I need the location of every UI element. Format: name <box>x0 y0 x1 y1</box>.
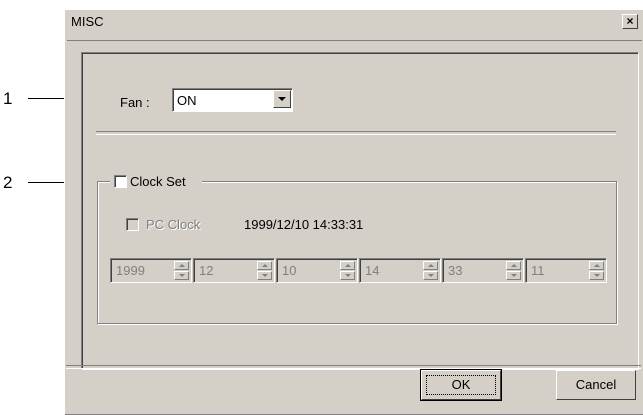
month-spinner[interactable]: 12 <box>193 258 275 283</box>
year-up-button[interactable] <box>174 261 189 270</box>
cancel-button[interactable]: Cancel <box>556 370 636 400</box>
fan-label: Fan : <box>120 95 150 110</box>
arrow-up-icon <box>179 264 185 267</box>
year-down-button[interactable] <box>174 271 189 280</box>
hour-up-button[interactable] <box>423 261 438 270</box>
hour-down-button[interactable] <box>423 271 438 280</box>
arrow-up-icon <box>262 264 268 267</box>
arrow-down-icon <box>428 274 434 277</box>
minute-spinner[interactable]: 33 <box>442 258 524 283</box>
day-down-button[interactable] <box>340 271 355 280</box>
second-spinner[interactable]: 11 <box>525 258 607 283</box>
callout-2: 2 <box>3 173 13 192</box>
day-spinner[interactable]: 10 <box>276 258 358 283</box>
arrow-down-icon <box>511 274 517 277</box>
arrow-up-icon <box>428 264 434 267</box>
pc-clock-datetime: 1999/12/10 14:33:31 <box>244 217 364 232</box>
day-value: 10 <box>282 263 297 278</box>
month-down-button[interactable] <box>257 271 272 280</box>
clock-set-checkbox[interactable] <box>114 175 127 188</box>
ok-button[interactable]: OK <box>420 369 502 401</box>
arrow-down-icon <box>179 274 185 277</box>
arrow-down-icon <box>345 274 351 277</box>
second-up-button[interactable] <box>589 261 604 270</box>
month-up-button[interactable] <box>257 261 272 270</box>
window-title: MISC <box>71 14 104 29</box>
cancel-button-label: Cancel <box>575 377 617 392</box>
clock-set-label: Clock Set <box>130 174 186 189</box>
second-value: 11 <box>531 263 545 278</box>
arrow-down-icon <box>262 274 268 277</box>
arrow-down-icon <box>594 274 600 277</box>
month-value: 12 <box>199 263 214 278</box>
titlebar-separator <box>67 40 642 41</box>
arrow-up-icon <box>345 264 351 267</box>
focus-ring <box>426 375 496 395</box>
year-spinner[interactable]: 1999 <box>110 258 192 283</box>
callout-1: 1 <box>3 89 13 108</box>
close-icon: × <box>626 14 634 28</box>
pc-clock-label: PC Clock <box>146 217 201 232</box>
clock-set-group <box>97 181 617 324</box>
second-down-button[interactable] <box>589 271 604 280</box>
close-button[interactable]: × <box>622 14 638 29</box>
day-up-button[interactable] <box>340 261 355 270</box>
arrow-up-icon <box>594 264 600 267</box>
clock-set-legend: Clock Set <box>110 174 202 190</box>
minute-value: 33 <box>448 263 463 278</box>
arrow-up-icon <box>511 264 517 267</box>
minute-up-button[interactable] <box>506 261 521 270</box>
year-value: 1999 <box>116 263 145 278</box>
hour-spinner[interactable]: 14 <box>359 258 441 283</box>
minute-down-button[interactable] <box>506 271 521 280</box>
hour-value: 14 <box>365 263 380 278</box>
titlebar: MISC × <box>67 12 642 30</box>
pc-clock-checkbox[interactable] <box>126 218 139 231</box>
fan-select-dropdown-button[interactable] <box>273 90 291 108</box>
bottom-separator <box>66 365 641 369</box>
fan-select-value: ON <box>177 93 197 108</box>
fan-select[interactable]: ON <box>172 88 293 112</box>
separator <box>96 131 616 135</box>
chevron-down-icon <box>278 97 286 101</box>
